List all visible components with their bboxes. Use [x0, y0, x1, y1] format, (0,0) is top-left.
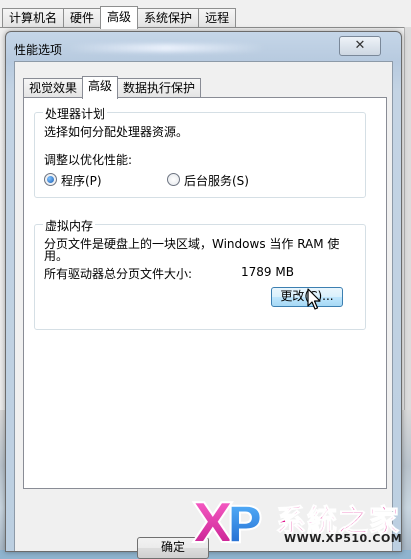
adjust-performance-label: 调整以优化性能:	[44, 153, 133, 167]
mouse-cursor-icon	[307, 288, 321, 310]
background-services-radio-option[interactable]: 后台服务(S)	[167, 172, 297, 188]
programs-radio[interactable]	[44, 173, 57, 186]
close-icon: ✕	[354, 38, 366, 53]
dialog-tab-strip: 视觉效果 高级 数据执行保护	[23, 76, 202, 99]
processor-description: 选择如何分配处理器资源。	[44, 125, 189, 139]
tab-data-execution-prevention[interactable]: 数据执行保护	[117, 78, 202, 98]
outer-tab-strip: 计算机名 硬件 高级 系统保护 远程	[2, 6, 237, 29]
outer-tab-remote[interactable]: 远程	[198, 8, 237, 28]
virtual-memory-legend: 虚拟内存	[43, 217, 96, 234]
outer-tab-advanced[interactable]: 高级	[100, 6, 139, 29]
background-services-radio-label[interactable]: 后台服务(S)	[184, 172, 249, 189]
logo-letter-p: P	[226, 496, 263, 550]
programs-radio-option[interactable]: 程序(P)	[44, 172, 164, 188]
performance-options-dialog: 性能选项 ✕ 视觉效果 高级 数据执行保护 处理器计划 选择如何分配处理器资源。…	[5, 31, 402, 559]
virtual-memory-description-line2: 用。	[44, 249, 69, 263]
dialog-client-area: 视觉效果 高级 数据执行保护 处理器计划 选择如何分配处理器资源。 调整以优化性…	[14, 61, 393, 559]
virtual-memory-group: 虚拟内存 分页文件是硬盘上的一块区域，Windows 当作 RAM 使 用。 所…	[34, 217, 366, 330]
processor-scheduling-group: 处理器计划 选择如何分配处理器资源。 调整以优化性能: 程序(P) 后台服务(S…	[34, 105, 366, 198]
virtual-memory-description-line1: 分页文件是硬盘上的一块区域，Windows 当作 RAM 使	[44, 237, 340, 251]
tab-advanced[interactable]: 高级	[82, 76, 119, 99]
total-paging-size-label: 所有驱动器总分页文件大小:	[44, 267, 193, 281]
titlebar-glass-blur	[66, 44, 266, 52]
programs-radio-label[interactable]: 程序(P)	[61, 172, 102, 189]
processor-scheduling-legend: 处理器计划	[43, 105, 108, 122]
outer-tab-computer-name[interactable]: 计算机名	[2, 8, 65, 28]
dialog-titlebar[interactable]: 性能选项 ✕	[6, 32, 401, 60]
close-button[interactable]: ✕	[339, 36, 381, 56]
tab-visual-effects[interactable]: 视觉效果	[23, 78, 84, 98]
background-services-radio[interactable]	[167, 173, 180, 186]
watermark-logo: X P 系統之家 WWW.XP510.COM	[190, 490, 411, 556]
outer-tab-divider	[0, 27, 411, 28]
outer-tab-hardware[interactable]: 硬件	[63, 8, 102, 28]
watermark-url: WWW.XP510.COM	[284, 532, 403, 545]
dialog-title: 性能选项	[14, 43, 63, 57]
outer-window-edge	[404, 27, 411, 410]
outer-tab-system-protection[interactable]: 系统保护	[137, 8, 200, 28]
total-paging-size-value: 1789 MB	[241, 265, 294, 279]
advanced-tab-panel: 处理器计划 选择如何分配处理器资源。 调整以优化性能: 程序(P) 后台服务(S…	[23, 97, 387, 489]
